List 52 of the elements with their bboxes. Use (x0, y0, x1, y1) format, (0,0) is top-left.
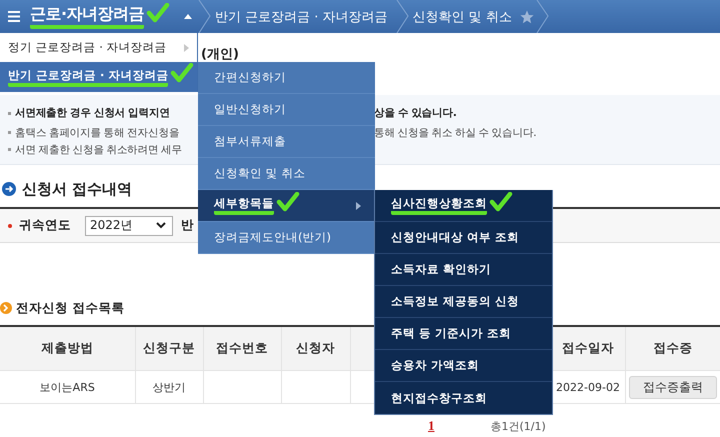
bullet-icon (8, 148, 11, 151)
menu-item[interactable]: 승용차 가액조회 (375, 350, 552, 382)
menu-item[interactable]: 주택 등 기준시가 조회 (375, 318, 552, 350)
notice-text: 상을 수 있습니다. (374, 106, 456, 120)
arrow-circle-icon (0, 302, 12, 314)
menu-item[interactable]: 간편신청하기 (198, 62, 375, 94)
menu-item[interactable]: 소득정보 제공동의 신청 (375, 286, 552, 318)
column-header: 제출방법 (0, 326, 135, 370)
bullet-icon (8, 112, 11, 114)
bullet-icon (8, 131, 11, 134)
menu-item[interactable]: 반기 근로장려금 · 자녀장려금 (0, 62, 197, 92)
filter-label: 귀속연도 (19, 217, 71, 234)
menu-item[interactable]: 정기 근로장려금 · 자녀장려금 (0, 33, 197, 62)
caret-icon (184, 14, 192, 19)
arrow-right-icon (184, 44, 189, 52)
menu-item[interactable]: 일반신청하기 (198, 94, 375, 126)
arrow-circle-icon (2, 182, 16, 196)
section-title: 전자신청 접수목록 (16, 300, 124, 316)
menu-title[interactable]: 근로·자녀장려금 (30, 4, 144, 29)
table-cell: 보이는ARS (0, 370, 135, 404)
column-header: 신청자 (281, 326, 350, 370)
menu-item[interactable]: 신청안내대상 여부 조회 (375, 222, 552, 254)
column-header: 신청구분 (135, 326, 203, 370)
page-title: (개인) (201, 46, 239, 63)
star-icon[interactable] (520, 10, 534, 24)
menu-item[interactable]: 심사진행상황조회 (375, 190, 552, 222)
arrow-right-icon (356, 202, 361, 210)
breadcrumb-link[interactable]: 반기 근로장려금 · 자녀장려금 (211, 8, 396, 26)
page-link[interactable]: 1 (428, 418, 434, 434)
menu-icon (8, 11, 20, 22)
chevron-separator-icon (396, 0, 409, 33)
section-title: 신청서 접수내역 (22, 180, 132, 198)
filter-label: 반 (181, 217, 194, 234)
column-header: 접수일자 (551, 326, 625, 370)
chevron-separator-icon (198, 0, 211, 33)
notice-text: 서면 제출한 신청을 취소하려면 세무 (15, 142, 182, 156)
table-cell: 상반기 (135, 370, 203, 404)
column-header: 접수번호 (203, 326, 281, 370)
year-select[interactable]: 2022년 (85, 216, 173, 236)
total-count: 총1건(1/1) (490, 418, 546, 434)
notice-text: 서면제출한 경우 신청서 입력지연 (15, 106, 170, 120)
print-receipt-button[interactable]: 접수증출력 (628, 376, 717, 398)
notice-text: 통해 신청을 취소 하실 수 있습니다. (374, 126, 536, 140)
menu-item[interactable]: 세부항목들 (198, 190, 375, 222)
notice-text: 홈택스 홈페이지를 통해 전자신청을 (15, 126, 180, 140)
menu-item[interactable]: 첨부서류제출 (198, 126, 375, 158)
menu-item[interactable]: 현지접수창구조회 (375, 382, 552, 414)
chevron-down-icon (156, 222, 166, 229)
column-header: 접수증 (625, 326, 720, 370)
chevron-separator-icon (536, 0, 549, 33)
breadcrumb-link[interactable]: 신청확인 및 취소 (408, 8, 520, 26)
menu-item[interactable]: 소득자료 확인하기 (375, 254, 552, 286)
